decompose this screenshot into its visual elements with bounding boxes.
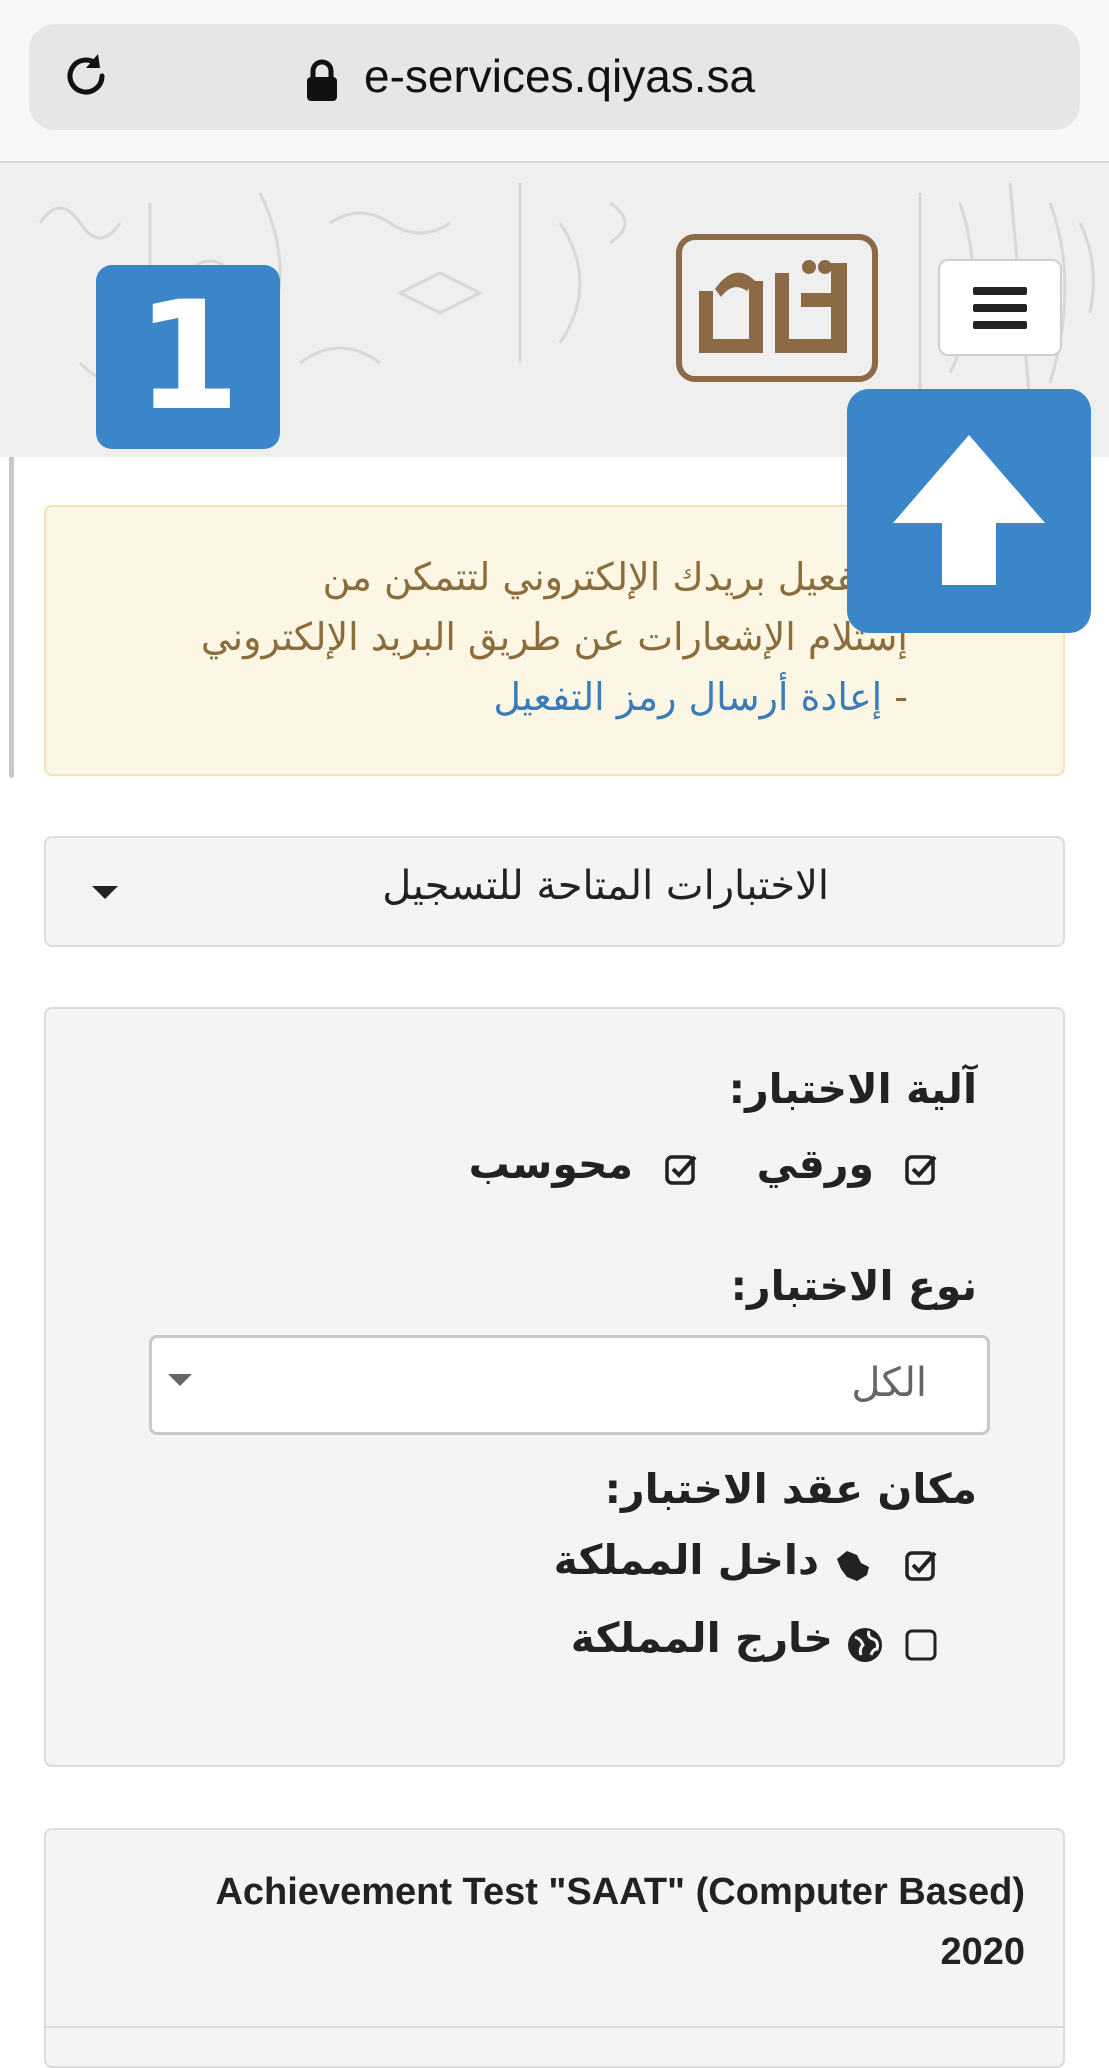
step-number-badge: 1 — [96, 265, 280, 449]
browser-toolbar: e-services.qiyas.sa — [0, 0, 1109, 163]
test-type-value: الكل — [851, 1360, 927, 1406]
card-divider — [46, 2026, 1063, 2028]
caret-down-icon — [168, 1374, 192, 1386]
lock-icon — [307, 59, 337, 101]
resend-activation-link[interactable]: إعادة أرسال رمز التفعيل — [493, 675, 882, 719]
alert-message: ى تفعيل بريدك الإلكتروني لتتمكن من إستلا… — [88, 547, 908, 727]
hamburger-menu-button[interactable] — [938, 259, 1062, 356]
globe-icon — [848, 1628, 882, 1662]
scroll-to-top-button[interactable] — [847, 389, 1091, 633]
location-option-inside[interactable]: داخل المملكة — [554, 1536, 819, 1584]
exam-title-line: Achievement Test "SAAT" (Computer Based) — [215, 1871, 1025, 1913]
caret-down-icon — [92, 886, 118, 899]
arrow-up-icon — [893, 435, 1045, 585]
dropdown-label: الاختبارات المتاحة للتسجيل — [382, 863, 829, 909]
alert-link-row: - إعادة أرسال رمز التفعيل — [88, 667, 908, 727]
checkbox-checked-icon[interactable] — [665, 1153, 699, 1187]
checkbox-checked-icon[interactable] — [905, 1549, 939, 1583]
location-option-outside[interactable]: خارج المملكة — [571, 1614, 833, 1662]
saudi-map-icon — [837, 1551, 869, 1581]
url-text: e-services.qiyas.sa — [364, 50, 756, 102]
exam-card[interactable]: Achievement Test "SAAT" (Computer Based)… — [44, 1828, 1065, 2068]
menu-bar-icon — [973, 320, 1027, 329]
test-type-label: نوع الاختبار: — [730, 1262, 977, 1310]
exam-title-line: 2020 — [940, 1931, 1025, 1973]
qiyas-logo[interactable] — [675, 233, 879, 383]
checkbox-unchecked-icon[interactable] — [905, 1627, 939, 1661]
test-location-label: مكان عقد الاختبار: — [604, 1465, 977, 1513]
checkbox-checked-icon[interactable] — [905, 1153, 939, 1187]
menu-bar-icon — [973, 303, 1027, 312]
method-option-computer[interactable]: محوسب — [469, 1140, 633, 1188]
test-type-select[interactable]: الكل — [149, 1335, 990, 1435]
alert-line: ى تفعيل بريدك الإلكتروني لتتمكن من — [322, 555, 908, 599]
method-option-paper[interactable]: ورقي — [757, 1140, 874, 1188]
test-method-label: آلية الاختبار: — [728, 1065, 977, 1113]
available-exams-dropdown[interactable]: الاختبارات المتاحة للتسجيل — [44, 836, 1065, 947]
alert-line: إستلام الإشعارات عن طريق البريد الإلكترو… — [200, 615, 908, 659]
menu-bar-icon — [973, 286, 1027, 295]
alert-link-prefix: - — [882, 675, 908, 719]
reload-icon[interactable] — [58, 48, 114, 104]
exam-card-title: Achievement Test "SAAT" (Computer Based)… — [126, 1862, 1025, 1982]
